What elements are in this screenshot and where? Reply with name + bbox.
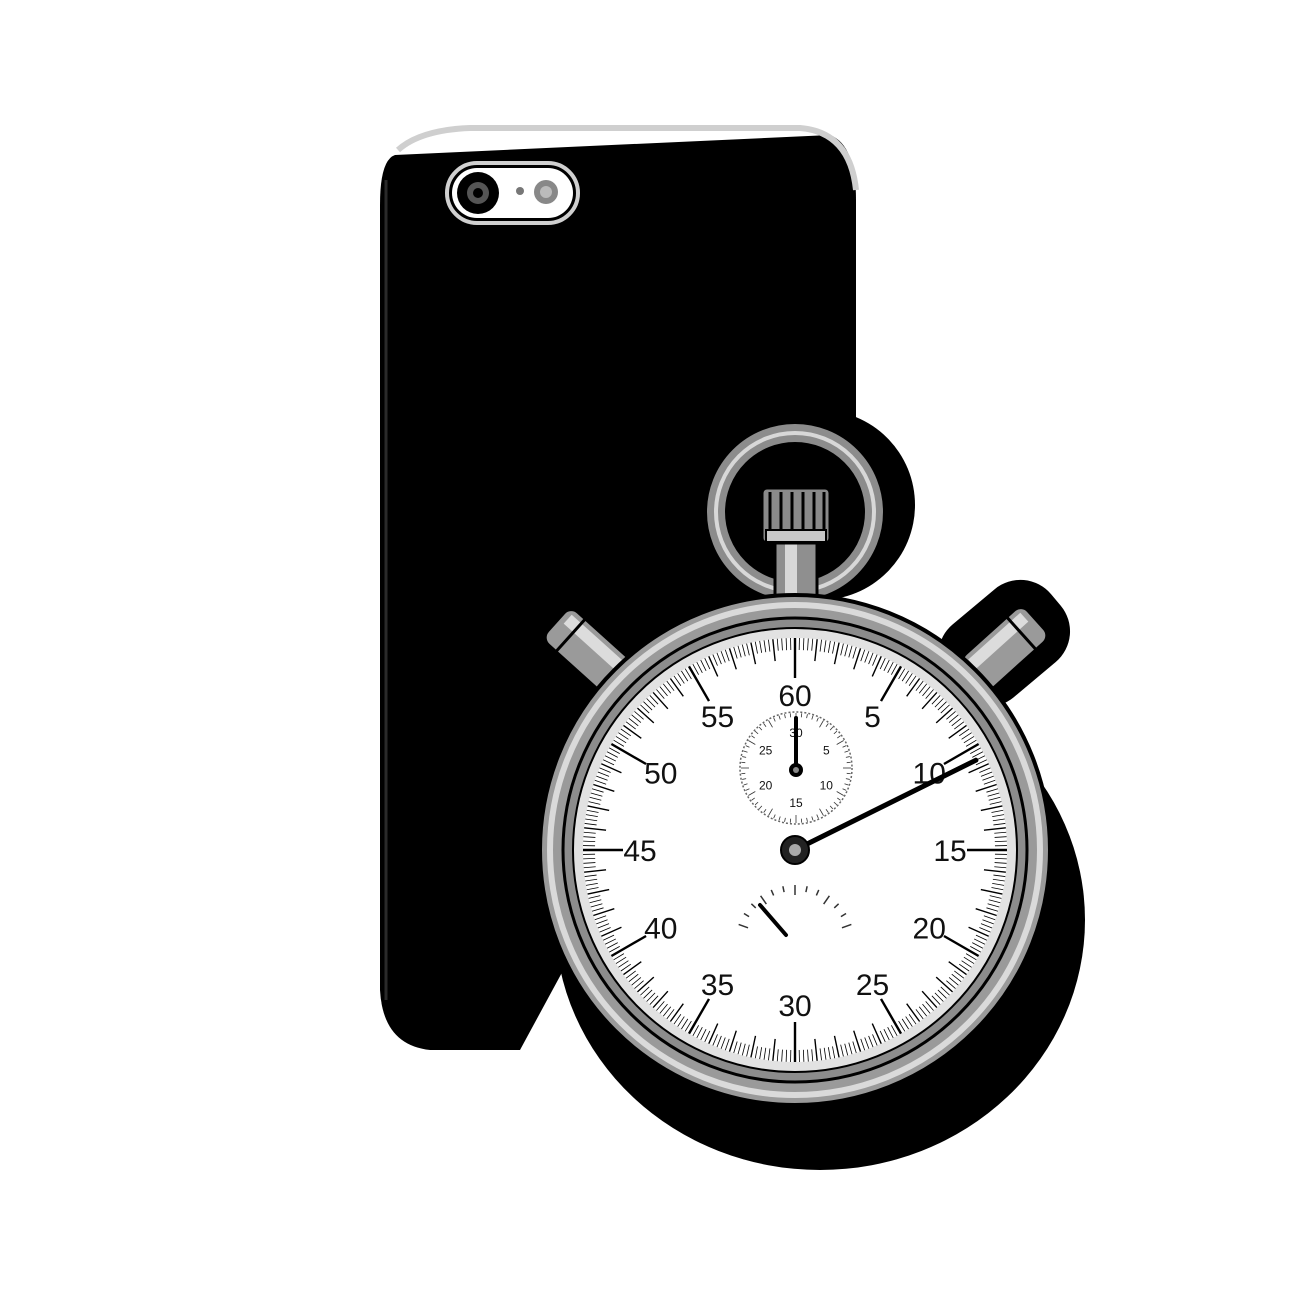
dial-number: 20: [913, 913, 946, 946]
dial-number: 35: [701, 969, 734, 1002]
dial-tick: [583, 857, 596, 860]
minute-subdial: 30510152025: [739, 711, 853, 825]
dial-number: 25: [856, 969, 889, 1002]
subdial-number: 20: [759, 779, 773, 793]
dial-tick: [785, 638, 788, 651]
camera-module-icon: [445, 161, 580, 225]
dial-number: 30: [778, 990, 811, 1023]
dial-number: 5: [864, 701, 881, 734]
dial-number: 15: [933, 835, 966, 868]
subdial-number: 10: [820, 779, 834, 793]
dial-number: 55: [701, 701, 734, 734]
dial-number: 50: [644, 758, 677, 791]
subdial-number: 5: [823, 744, 830, 758]
dial-number: 45: [623, 835, 656, 868]
dial-tick: [583, 840, 596, 843]
dial-number: 60: [778, 680, 811, 713]
subdial-number: 25: [759, 744, 773, 758]
dial-tick: [994, 857, 1007, 860]
dial-tick: [994, 840, 1007, 843]
scene: 60510152025303540455055 30510152025: [380, 125, 1085, 1170]
dial-tick: [802, 638, 805, 651]
dial-tick: [802, 1049, 805, 1062]
crown-button-icon: [760, 486, 832, 545]
dial-tick: [785, 1049, 788, 1062]
subdial-number: 15: [789, 796, 803, 810]
dial-number: 40: [644, 913, 677, 946]
